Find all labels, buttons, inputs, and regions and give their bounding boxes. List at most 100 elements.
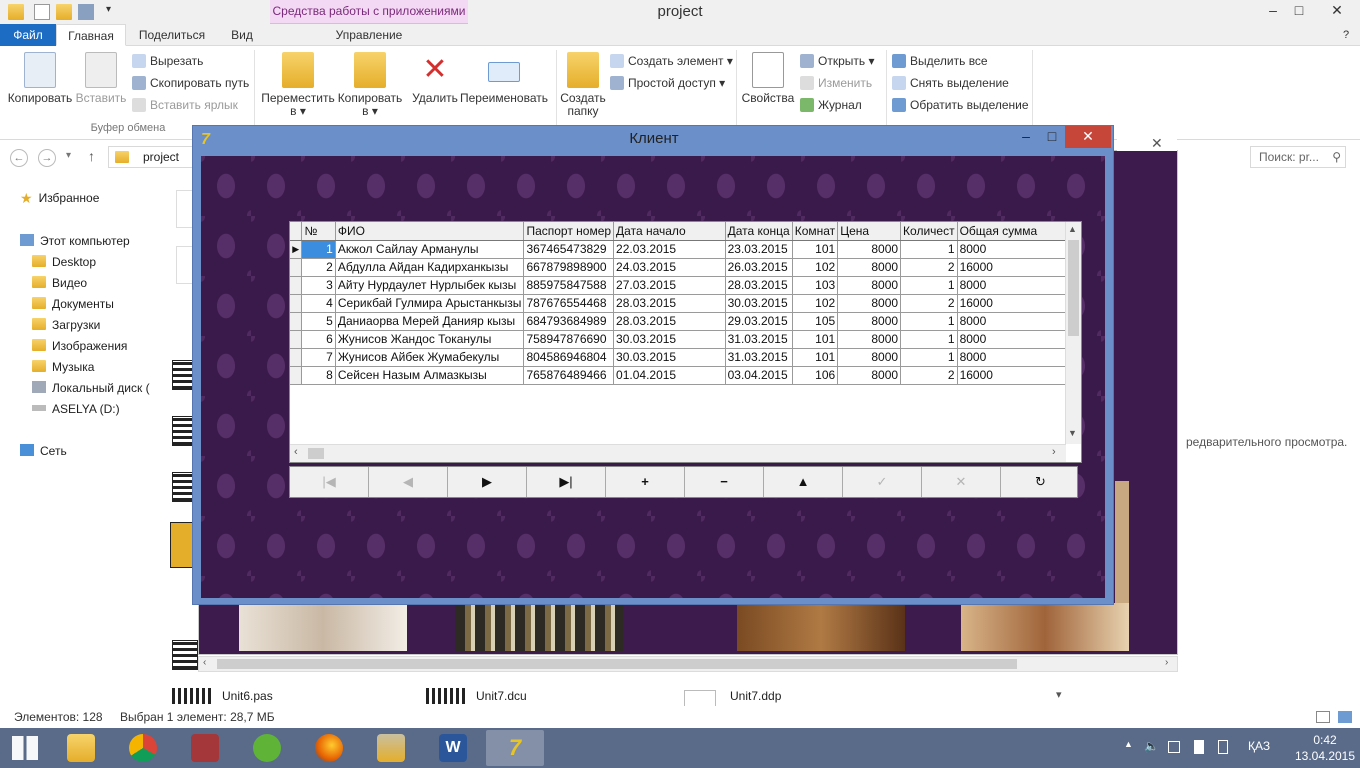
table-cell[interactable]: 3 — [301, 276, 336, 295]
table-cell[interactable]: 7 — [301, 348, 336, 367]
move-to-button[interactable]: Переместить в ▾ — [260, 52, 336, 118]
bg-close-icon[interactable]: ✕ — [1151, 135, 1163, 152]
cut-button[interactable]: Вырезать — [132, 52, 203, 70]
table-cell[interactable]: 8000 — [837, 312, 902, 331]
tab-home[interactable]: Главная — [56, 24, 126, 46]
table-cell[interactable]: 24.03.2015 — [613, 258, 726, 277]
taskbar-explorer[interactable] — [52, 730, 110, 766]
table-cell[interactable]: 8000 — [837, 348, 902, 367]
nav-local-disk[interactable]: Локальный диск ( — [32, 381, 150, 395]
table-cell[interactable]: 106 — [792, 366, 839, 385]
table-row[interactable]: 2 Абдулла Айдан Кадирханкызы 667879898900 2… — [290, 258, 1082, 277]
maximize-button[interactable]: □ — [1284, 0, 1314, 22]
nav-pictures[interactable]: Изображения — [32, 339, 127, 353]
table-cell[interactable]: 8000 — [957, 312, 1082, 331]
taskbar-chrome[interactable] — [114, 730, 172, 766]
table-cell[interactable]: 684793684989 — [523, 312, 615, 331]
file-name[interactable]: Unit7.ddp — [730, 689, 781, 703]
scroll-thumb[interactable] — [217, 659, 1017, 669]
taskbar-access[interactable] — [176, 730, 234, 766]
details-view-icon[interactable] — [1316, 711, 1330, 723]
nav-this-pc[interactable]: Этот компьютер — [20, 234, 130, 248]
table-cell[interactable]: 8000 — [957, 276, 1082, 295]
select-none-button[interactable]: Снять выделение — [892, 74, 1009, 92]
table-cell[interactable]: 102 — [792, 258, 839, 277]
scroll-down-arrow[interactable]: ▼ — [1068, 428, 1077, 438]
open-button[interactable]: Открыть ▾ — [800, 52, 874, 70]
scroll-thumb[interactable] — [308, 448, 324, 459]
copy-to-button[interactable]: Копировать в ▾ — [334, 52, 406, 118]
network-tray-icon[interactable] — [1168, 741, 1180, 753]
grid-vertical-scrollbar[interactable]: ▲ ▼ — [1065, 222, 1081, 444]
edit-button[interactable]: Изменить — [800, 74, 872, 92]
table-cell[interactable]: 28.03.2015 — [613, 294, 726, 313]
scroll-left-arrow[interactable]: ‹ — [203, 657, 206, 668]
table-row[interactable]: 7 Жунисов Айбек Жумабекулы 804586946804 30.… — [290, 348, 1082, 367]
column-header[interactable]: Паспорт номер — [523, 222, 615, 241]
invert-selection-button[interactable]: Обратить выделение — [892, 96, 1029, 114]
table-cell[interactable]: 1 — [900, 330, 958, 349]
table-cell[interactable]: 30.03.2015 — [613, 348, 726, 367]
table-cell[interactable]: 22.03.2015 — [613, 240, 726, 259]
scroll-left-arrow[interactable]: ‹ — [294, 446, 298, 458]
table-cell[interactable]: 101 — [792, 240, 839, 259]
table-cell[interactable]: Абдулла Айдан Кадирханкызы — [335, 258, 525, 277]
table-cell[interactable]: 27.03.2015 — [613, 276, 726, 295]
table-cell[interactable]: 1 — [900, 348, 958, 367]
nav-music[interactable]: Музыка — [32, 360, 94, 374]
table-cell[interactable]: 29.03.2015 — [725, 312, 793, 331]
table-cell[interactable]: 105 — [792, 312, 839, 331]
scroll-right-arrow[interactable]: › — [1052, 446, 1056, 458]
table-row[interactable]: ▶ 1 Акжол Сайлау Арманулы 367465473829 22.03… — [290, 240, 1082, 259]
table-cell[interactable]: 1 — [900, 312, 958, 331]
tiles-view-icon[interactable] — [1338, 711, 1352, 723]
table-cell[interactable]: 8000 — [837, 330, 902, 349]
table-cell[interactable]: 30.03.2015 — [725, 294, 793, 313]
address-path[interactable]: project — [108, 146, 194, 168]
taskbar-firefox[interactable] — [300, 730, 358, 766]
client-maximize-button[interactable]: □ — [1039, 126, 1065, 148]
table-cell[interactable]: 367465473829 — [523, 240, 615, 259]
nav-documents[interactable]: Документы — [32, 297, 114, 311]
flag-icon[interactable] — [1194, 740, 1204, 754]
copy-path-button[interactable]: Скопировать путь — [132, 74, 249, 92]
nav-videos[interactable]: Видео — [32, 276, 87, 290]
tray-expand-icon[interactable]: ▲ — [1124, 739, 1133, 749]
table-cell[interactable]: 8000 — [837, 258, 902, 277]
scroll-down-arrow[interactable]: ▾ — [1056, 688, 1062, 701]
nav-desktop[interactable]: Desktop — [32, 255, 96, 269]
taskbar-folder-app[interactable] — [362, 730, 420, 766]
table-cell[interactable]: 2 — [900, 258, 958, 277]
file-icon[interactable] — [172, 640, 198, 670]
up-button[interactable]: ↑ — [88, 148, 95, 164]
table-cell[interactable]: 31.03.2015 — [725, 348, 793, 367]
table-cell[interactable]: 8000 — [837, 276, 902, 295]
new-folder-button[interactable]: Создать папку — [560, 52, 606, 118]
table-row[interactable]: 3 Айту Нурдаулет Нурлыбек кызы 88597584758… — [290, 276, 1082, 295]
scroll-thumb[interactable] — [1068, 240, 1079, 336]
tab-share[interactable]: Поделиться — [130, 24, 214, 46]
column-header[interactable]: Общая сумма — [957, 222, 1082, 241]
grid-horizontal-scrollbar[interactable]: ‹ › — [290, 444, 1066, 462]
search-input[interactable]: Поиск: pr... ⚲ — [1250, 146, 1346, 168]
table-cell[interactable]: 4 — [301, 294, 336, 313]
paste-shortcut-button[interactable]: Вставить ярлык — [132, 96, 238, 114]
table-cell[interactable]: 765876489466 — [523, 366, 615, 385]
nav-refresh-button[interactable]: ↻ — [1001, 467, 1080, 497]
nav-prior-button[interactable]: ◀ — [369, 467, 448, 497]
client-close-button[interactable]: ✕ — [1065, 126, 1111, 148]
nav-cancel-button[interactable]: ✕ — [922, 467, 1001, 497]
table-cell[interactable]: Жунисов Жандос Токанулы — [335, 330, 525, 349]
table-cell[interactable]: 1 — [900, 276, 958, 295]
table-cell[interactable]: 8000 — [957, 240, 1082, 259]
column-header[interactable]: Дата конца — [725, 222, 793, 241]
table-cell[interactable]: 103 — [792, 276, 839, 295]
table-cell[interactable]: 28.03.2015 — [613, 312, 726, 331]
table-cell[interactable]: 8000 — [837, 294, 902, 313]
select-all-button[interactable]: Выделить все — [892, 52, 988, 70]
table-cell[interactable]: 31.03.2015 — [725, 330, 793, 349]
row-indicator[interactable] — [290, 330, 303, 349]
table-cell[interactable]: 16000 — [957, 294, 1082, 313]
table-cell[interactable]: 30.03.2015 — [613, 330, 726, 349]
table-cell[interactable]: 5 — [301, 312, 336, 331]
